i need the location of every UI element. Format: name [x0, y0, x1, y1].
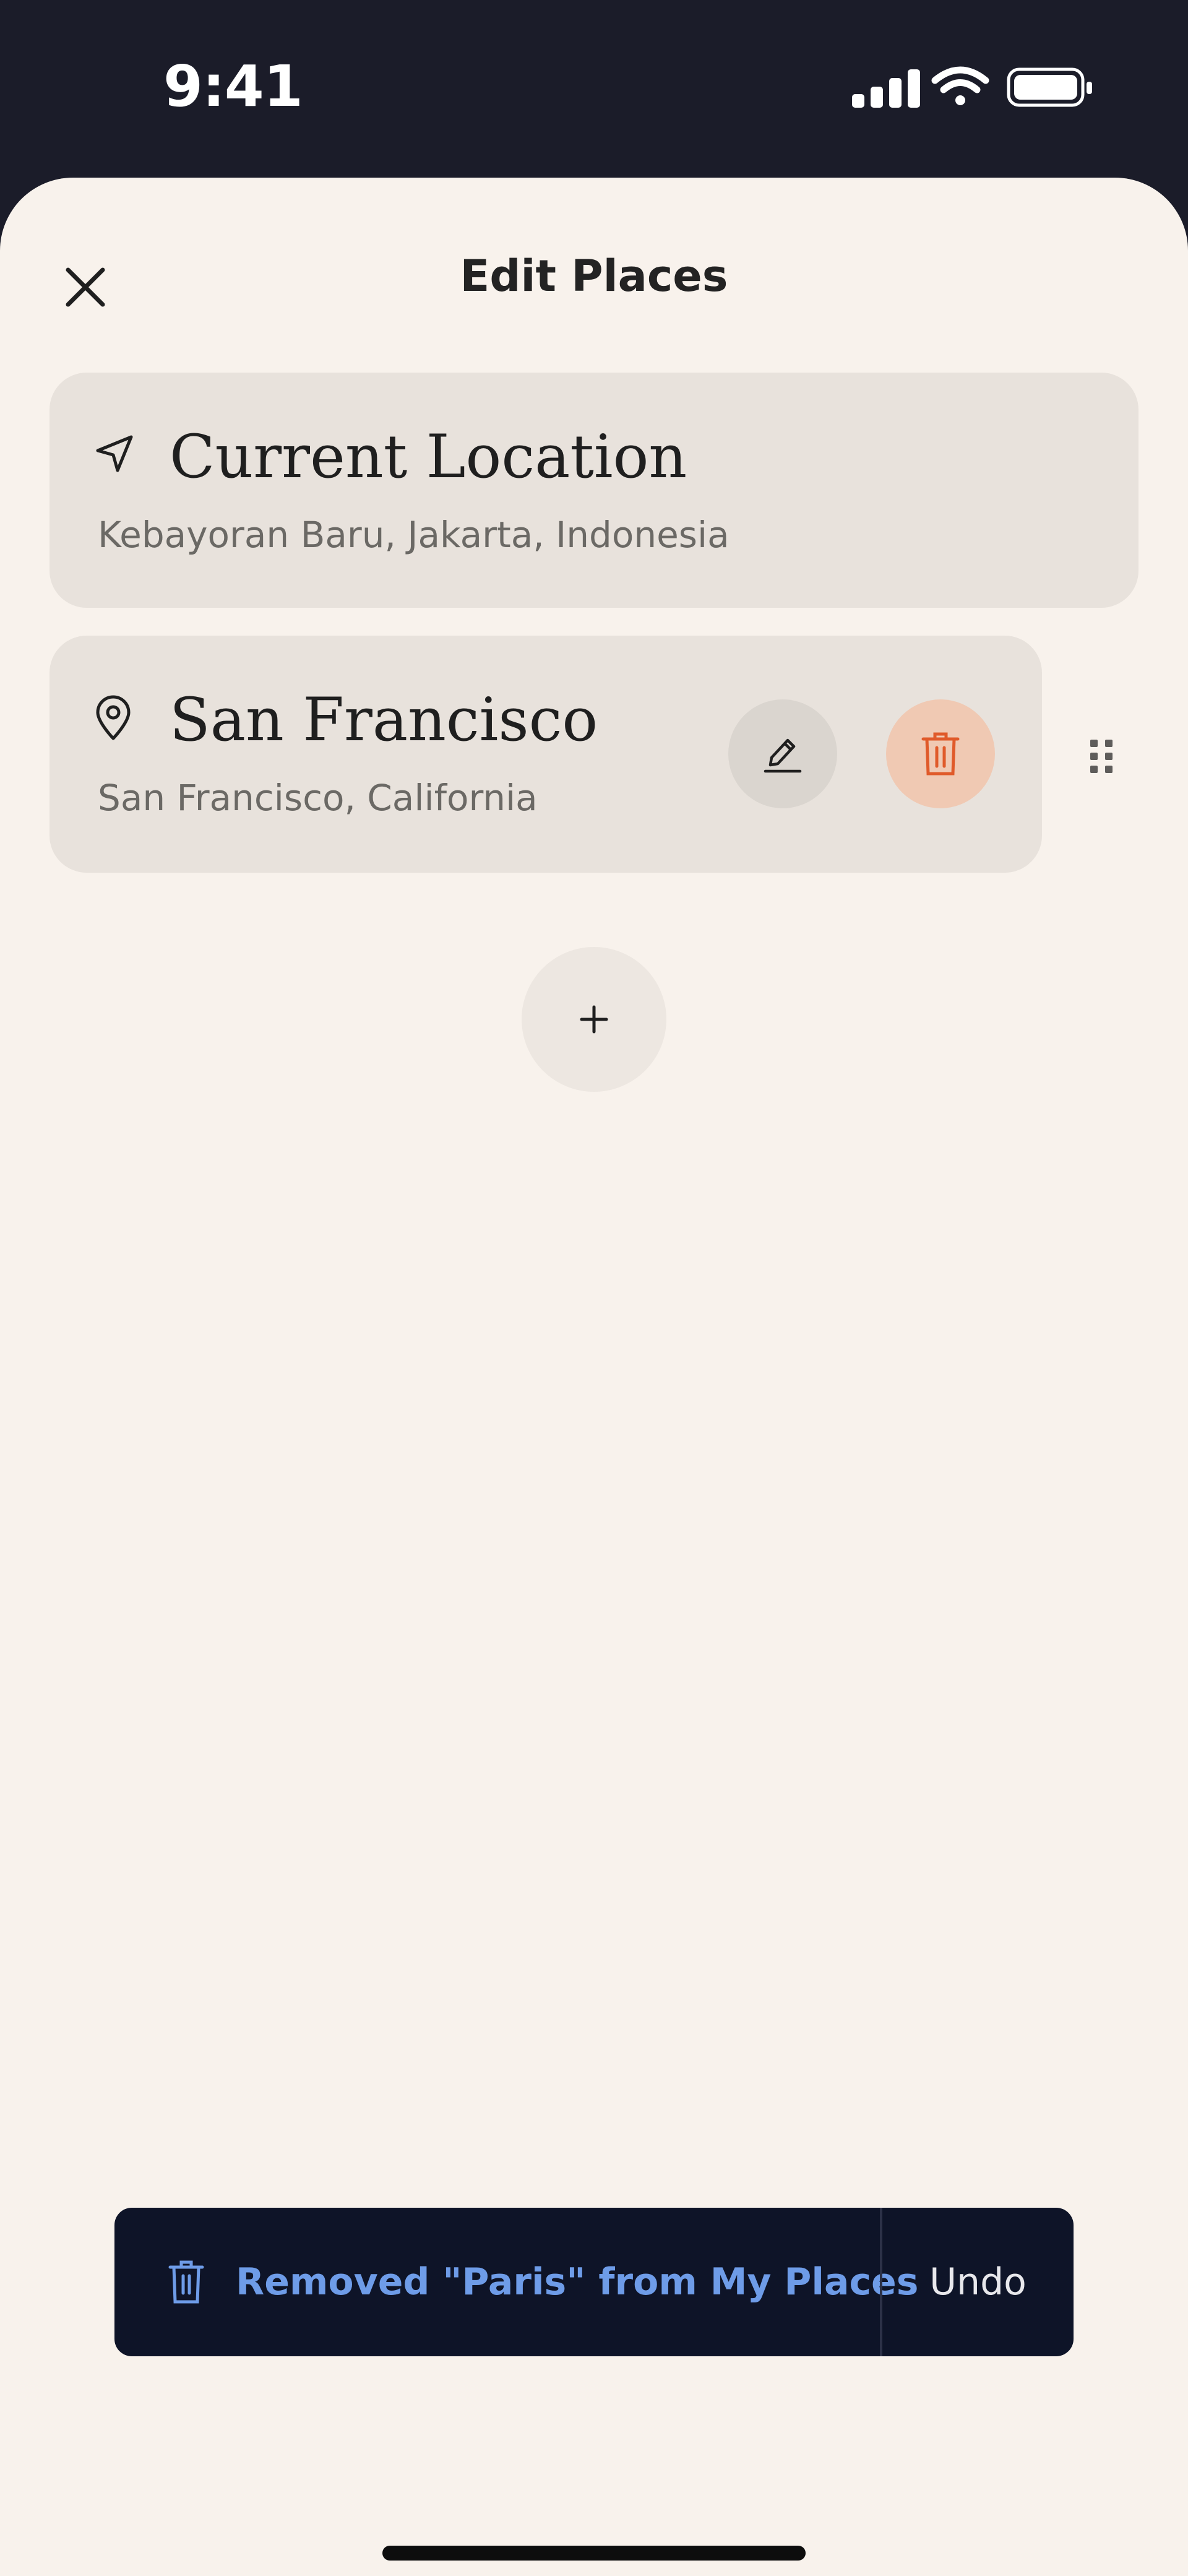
map-pin-icon: [96, 695, 131, 740]
place-subtitle: Kebayoran Baru, Jakarta, Indonesia: [98, 514, 730, 556]
edit-places-sheet: Edit Places Current Location Kebayoran B…: [0, 178, 1188, 2576]
trash-icon: [168, 2260, 204, 2304]
undo-button[interactable]: Undo: [882, 2208, 1074, 2356]
undo-toast: Removed "Paris" from My Places Undo: [114, 2208, 1074, 2356]
toast-message: Removed "Paris" from My Places: [236, 2260, 919, 2304]
trash-icon: [921, 732, 960, 776]
drag-handle-icon[interactable]: [1090, 740, 1113, 773]
battery-icon: [1007, 67, 1092, 107]
status-time: 9:41: [163, 53, 303, 119]
place-card-current-location[interactable]: Current Location Kebayoran Baru, Jakarta…: [50, 373, 1138, 608]
home-indicator: [382, 2546, 806, 2561]
place-subtitle: San Francisco, California: [98, 777, 538, 819]
place-card-san-francisco[interactable]: San Francisco San Francisco, California: [50, 636, 1042, 873]
cellular-signal-icon: [852, 69, 920, 108]
pencil-icon: [764, 738, 802, 773]
place-name: San Francisco: [170, 685, 598, 754]
status-icons: [852, 66, 1092, 108]
wifi-icon: [931, 66, 989, 105]
navigation-arrow-icon: [96, 435, 133, 472]
place-name: Current Location: [170, 422, 687, 491]
add-place-button[interactable]: [522, 947, 666, 1092]
plus-icon: [580, 1005, 608, 1034]
page-title: Edit Places: [460, 251, 728, 301]
status-bar: 9:41: [0, 0, 1188, 179]
delete-place-button[interactable]: [886, 699, 995, 808]
edit-place-button[interactable]: [728, 699, 837, 808]
